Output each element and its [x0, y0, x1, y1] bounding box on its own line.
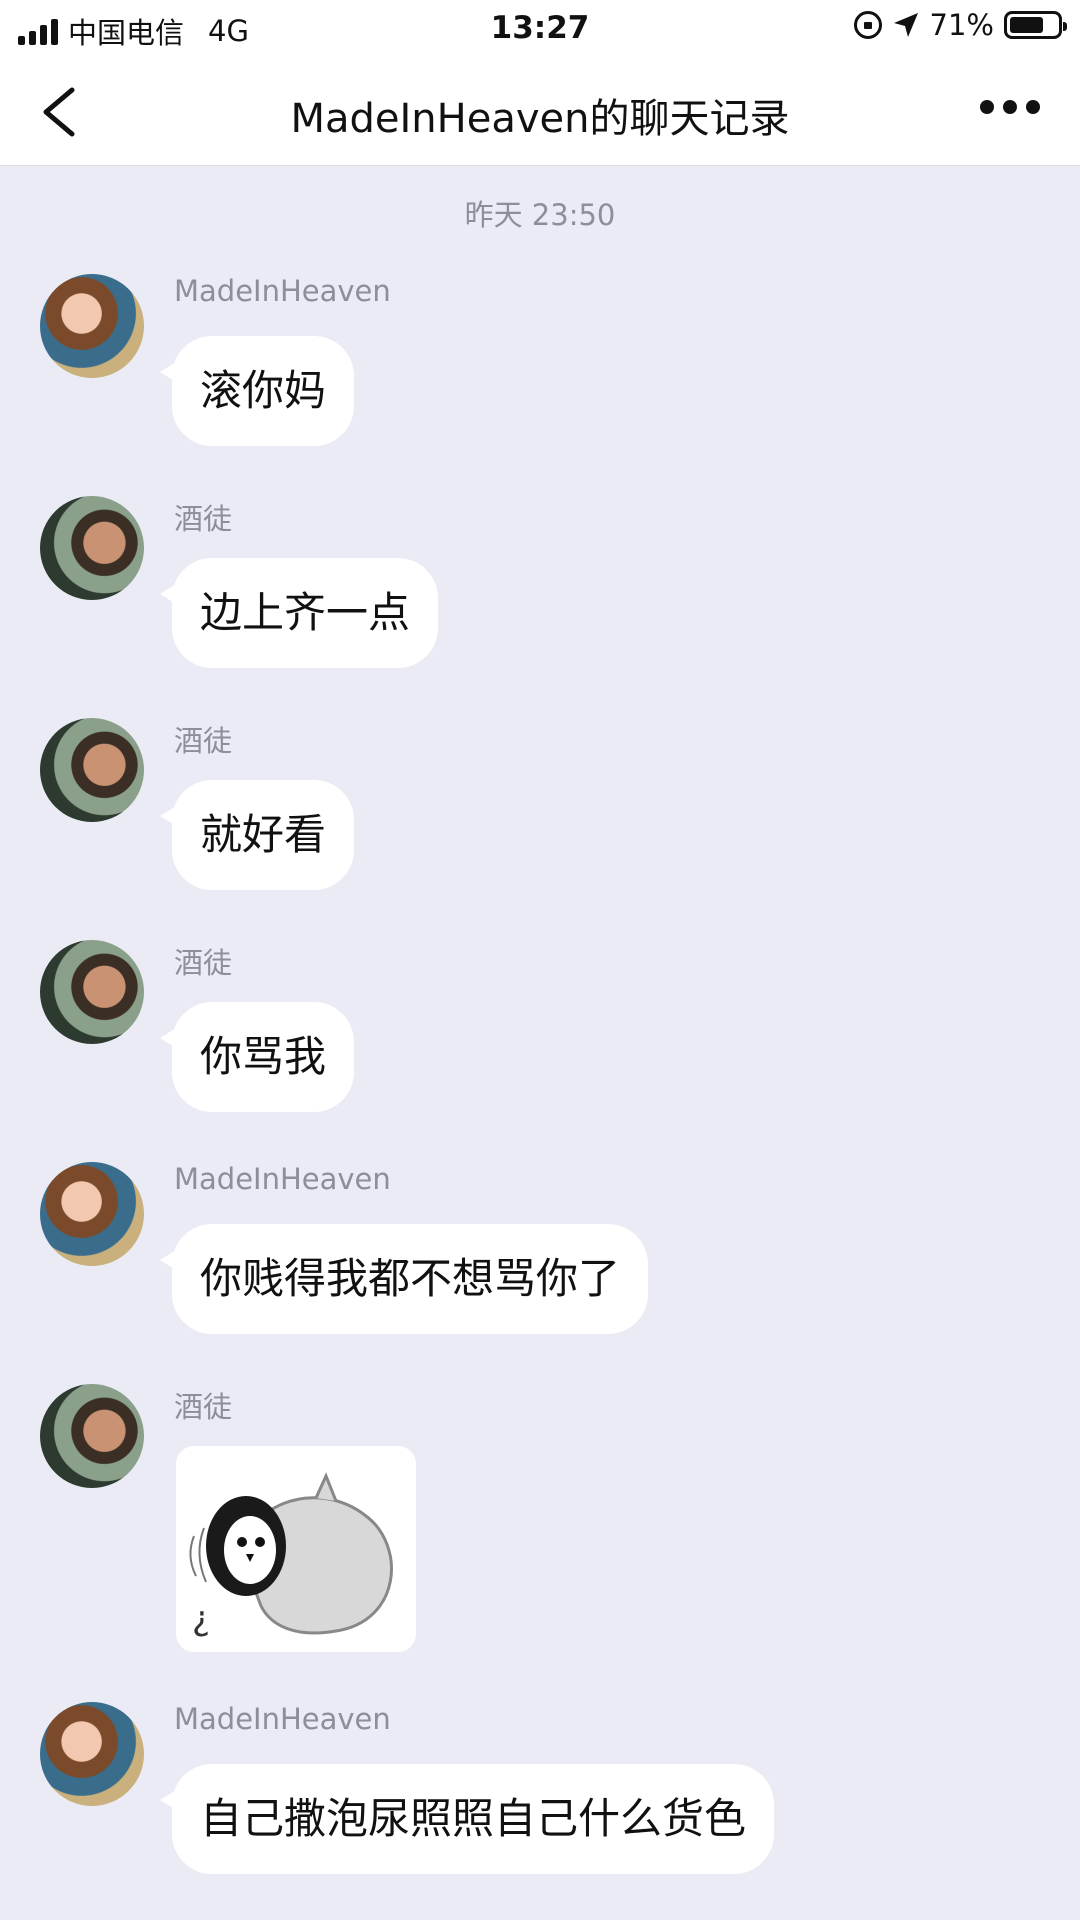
- sender-name: 酒徒: [174, 1390, 233, 1424]
- avatar[interactable]: [40, 1384, 144, 1488]
- message-bubble[interactable]: 边上齐一点: [159, 558, 439, 668]
- chat-history[interactable]: 昨天 23:50 MadeInHeaven 滚你妈 酒徒 边上齐一点 酒徒 就好…: [0, 166, 1080, 1920]
- sender-name: MadeInHeaven: [174, 1702, 391, 1736]
- avatar[interactable]: [40, 1702, 144, 1806]
- avatar[interactable]: [40, 274, 144, 378]
- message-bubble[interactable]: 就好看: [159, 780, 355, 890]
- nav-bar: MadeInHeaven的聊天记录: [0, 56, 1080, 166]
- avatar[interactable]: [40, 496, 144, 600]
- message-bubble[interactable]: 自己撒泡尿照照自己什么货色: [159, 1764, 775, 1874]
- sticker-image[interactable]: ¿: [176, 1446, 416, 1652]
- sender-name: 酒徒: [174, 502, 233, 536]
- battery-level-fill: [1010, 17, 1043, 33]
- location-arrow-icon: [893, 13, 918, 37]
- message-bubble[interactable]: 滚你妈: [159, 336, 355, 446]
- sender-name: 酒徒: [174, 946, 233, 980]
- more-dots-icon[interactable]: [980, 100, 1040, 114]
- orientation-lock-icon: [853, 11, 882, 39]
- sender-name: 酒徒: [174, 724, 233, 758]
- page-title: MadeInHeaven的聊天记录: [290, 96, 790, 142]
- penguin-sticker-icon: ¿: [189, 1472, 393, 1639]
- message-bubble[interactable]: 你骂我: [159, 1002, 355, 1112]
- sender-name: MadeInHeaven: [174, 274, 391, 308]
- avatar[interactable]: [40, 718, 144, 822]
- status-bar: 中国电信 4G 13:27 71%: [0, 0, 1080, 56]
- sender-name: MadeInHeaven: [174, 1162, 391, 1196]
- battery-percent: 71%: [929, 8, 994, 42]
- chat-timestamp: 昨天 23:50: [464, 198, 616, 232]
- status-bar-right: 71%: [853, 8, 1067, 42]
- avatar[interactable]: [40, 1162, 144, 1266]
- battery-icon: [1004, 11, 1067, 39]
- message-bubble[interactable]: 你贱得我都不想骂你了: [159, 1224, 649, 1334]
- sticker-glyph: ¿: [192, 1599, 210, 1639]
- avatar[interactable]: [40, 940, 144, 1044]
